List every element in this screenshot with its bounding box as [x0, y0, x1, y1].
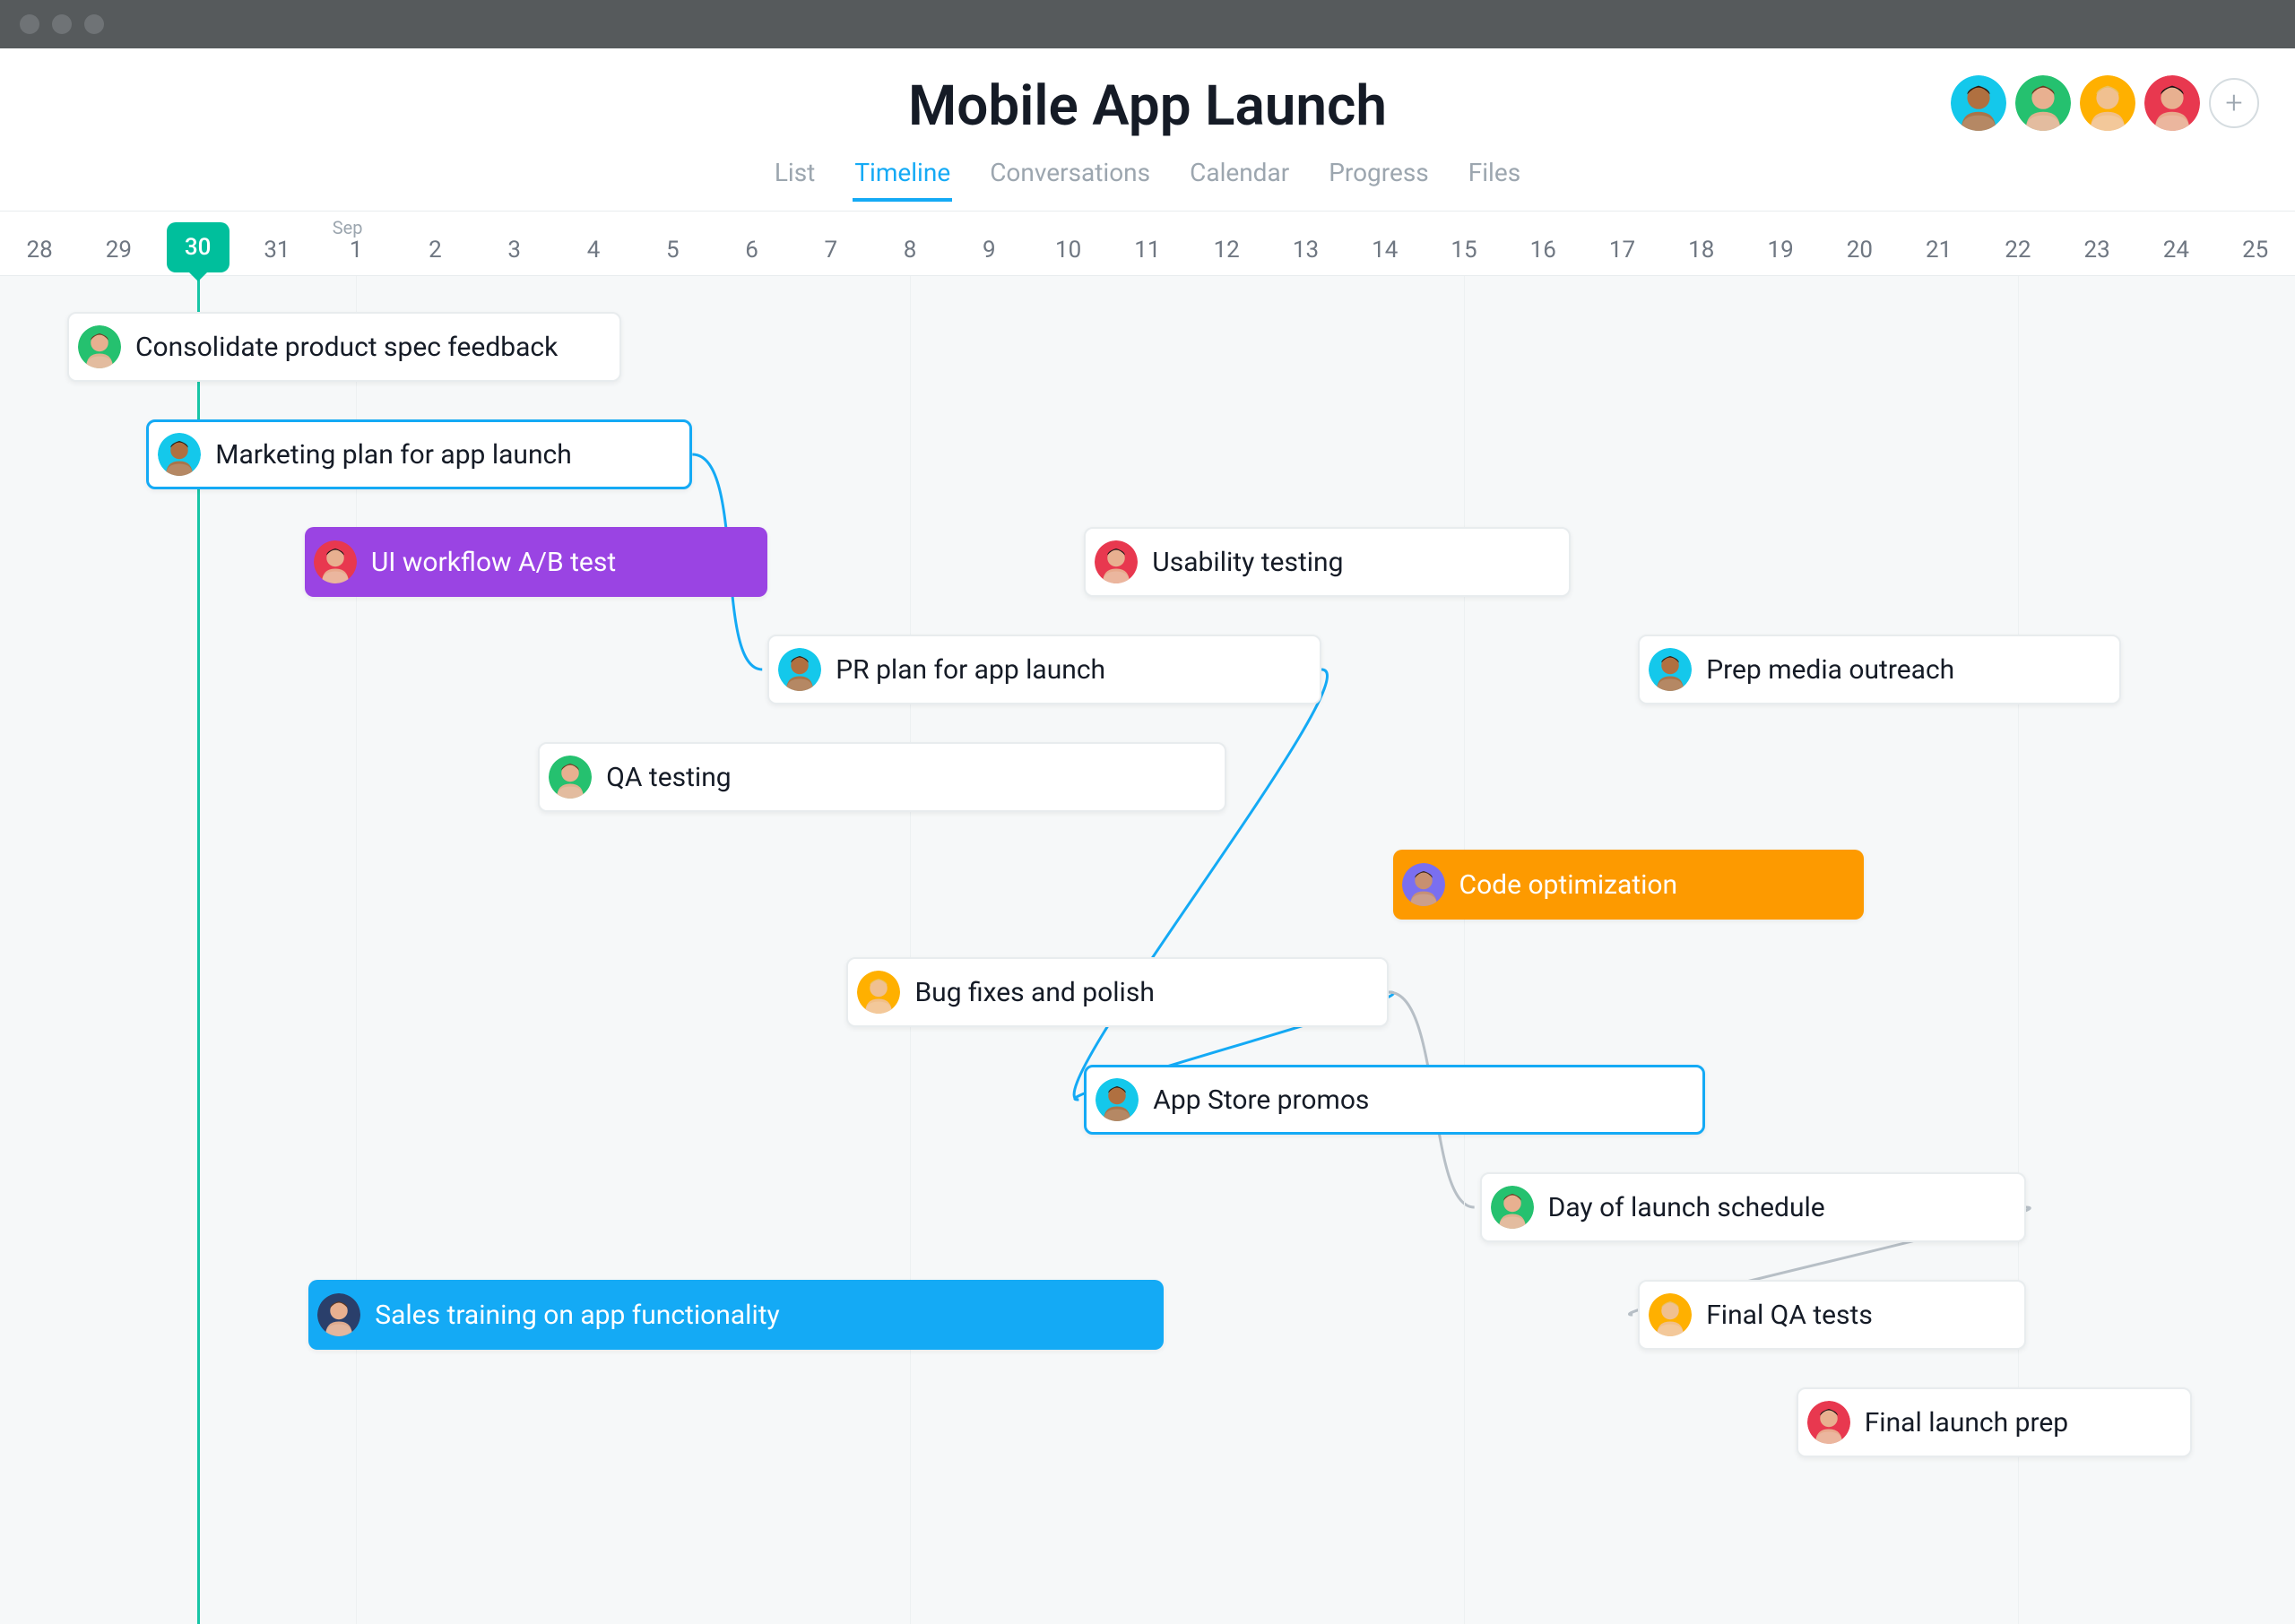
task-bar[interactable]: UI workflow A/B test — [305, 527, 767, 597]
task-bar[interactable]: Prep media outreach — [1638, 635, 2120, 704]
view-tabs: List Timeline Conversations Calendar Progres… — [0, 152, 2295, 211]
date-cell: 25 — [2216, 237, 2295, 263]
date-cell: 31 — [238, 237, 316, 263]
assignee-avatar — [857, 971, 900, 1014]
tab-calendar[interactable]: Calendar — [1188, 152, 1291, 202]
date-cell: 6 — [712, 237, 791, 263]
date-cell: 8 — [870, 237, 949, 263]
window-control-minimize[interactable] — [52, 14, 72, 34]
project-members: + — [1951, 75, 2259, 131]
task-bar[interactable]: Final QA tests — [1638, 1280, 2026, 1350]
tab-list[interactable]: List — [773, 152, 818, 202]
add-member-button[interactable]: + — [2209, 78, 2259, 128]
task-bar[interactable]: Usability testing — [1084, 527, 1571, 597]
task-bar[interactable]: PR plan for app launch — [767, 635, 1321, 704]
task-bar[interactable]: Sales training on app functionality — [308, 1280, 1163, 1350]
gridline — [910, 276, 911, 1624]
assignee-avatar — [1491, 1186, 1534, 1229]
date-cell: 24 — [2136, 237, 2215, 263]
assignee-avatar — [1095, 540, 1138, 583]
project-header: Mobile App Launch + List Timeline Conversa… — [0, 48, 2295, 212]
member-avatar[interactable] — [1951, 75, 2006, 131]
date-cell: 14 — [1346, 237, 1425, 263]
task-bar[interactable]: Bug fixes and polish — [846, 957, 1389, 1027]
task-label: Code optimization — [1459, 869, 1678, 901]
date-cell: 9 — [949, 237, 1028, 263]
date-cell: 15 — [1425, 237, 1503, 263]
task-label: Usability testing — [1152, 547, 1343, 578]
member-avatar[interactable] — [2080, 75, 2135, 131]
assignee-avatar — [314, 540, 357, 583]
member-avatar[interactable] — [2144, 75, 2200, 131]
project-title: Mobile App Launch — [908, 73, 1387, 139]
gridline — [1464, 276, 1465, 1624]
assignee-avatar — [78, 325, 121, 368]
date-cell: 10 — [1029, 237, 1108, 263]
task-label: Sales training on app functionality — [375, 1300, 780, 1331]
assignee-avatar — [1649, 1293, 1692, 1336]
task-label: UI workflow A/B test — [371, 547, 616, 578]
date-cell: 29 — [79, 237, 158, 263]
date-cell: 30 — [159, 222, 238, 272]
window-control-zoom[interactable] — [84, 14, 104, 34]
date-cell: 20 — [1820, 237, 1899, 263]
window-control-close[interactable] — [20, 14, 39, 34]
date-cell: 28 — [0, 237, 79, 263]
date-cell: 5 — [633, 237, 712, 263]
date-cell: 11 — [1108, 237, 1187, 263]
date-cell: 17 — [1582, 237, 1661, 263]
date-cell: 13 — [1266, 237, 1345, 263]
date-cell: 16 — [1503, 237, 1582, 263]
tab-timeline[interactable]: Timeline — [853, 152, 952, 202]
today-marker: 30 — [167, 222, 230, 272]
task-label: Bug fixes and polish — [914, 977, 1154, 1008]
task-label: QA testing — [606, 762, 731, 793]
timeline-canvas[interactable]: Consolidate product spec feedback Market… — [0, 276, 2295, 1624]
task-bar[interactable]: Day of launch schedule — [1480, 1172, 2026, 1242]
task-bar[interactable]: App Store promos — [1084, 1065, 1705, 1135]
task-bar[interactable]: Final launch prep — [1797, 1387, 2192, 1457]
date-cell: 22 — [1979, 237, 2057, 263]
task-bar[interactable]: Code optimization — [1393, 850, 1864, 920]
tab-files[interactable]: Files — [1467, 152, 1522, 202]
task-label: Final QA tests — [1706, 1300, 1873, 1331]
assignee-avatar — [778, 648, 821, 691]
task-bar[interactable]: QA testing — [538, 742, 1226, 812]
task-label: Final launch prep — [1865, 1407, 2068, 1438]
tab-progress[interactable]: Progress — [1327, 152, 1431, 202]
month-label: Sep — [333, 217, 363, 238]
task-bar[interactable]: Marketing plan for app launch — [146, 419, 692, 489]
assignee-avatar — [1096, 1078, 1139, 1121]
date-cell: 1 — [316, 237, 395, 263]
task-label: PR plan for app launch — [836, 654, 1105, 686]
assignee-avatar — [1402, 863, 1445, 906]
date-cell: 7 — [792, 237, 870, 263]
tab-conversations[interactable]: Conversations — [988, 152, 1152, 202]
date-cell: 3 — [475, 237, 554, 263]
date-ruler: 2829303112345678910111213141516171819202… — [0, 212, 2295, 276]
assignee-avatar — [1807, 1401, 1850, 1444]
task-label: App Store promos — [1153, 1084, 1369, 1116]
date-cell: 12 — [1187, 237, 1266, 263]
task-label: Consolidate product spec feedback — [135, 332, 558, 363]
member-avatar[interactable] — [2015, 75, 2071, 131]
task-label: Marketing plan for app launch — [215, 439, 571, 471]
date-cell: 18 — [1662, 237, 1741, 263]
assignee-avatar — [158, 433, 201, 476]
date-cell: 21 — [1899, 237, 1978, 263]
date-cell: 23 — [2057, 237, 2136, 263]
assignee-avatar — [549, 756, 592, 799]
window-titlebar — [0, 0, 2295, 48]
date-cell: 2 — [395, 237, 474, 263]
task-bar[interactable]: Consolidate product spec feedback — [67, 312, 621, 382]
assignee-avatar — [1649, 648, 1692, 691]
task-label: Day of launch schedule — [1548, 1192, 1825, 1223]
date-cell: 4 — [554, 237, 633, 263]
date-cell: 19 — [1741, 237, 1820, 263]
assignee-avatar — [317, 1293, 360, 1336]
task-label: Prep media outreach — [1706, 654, 1954, 686]
